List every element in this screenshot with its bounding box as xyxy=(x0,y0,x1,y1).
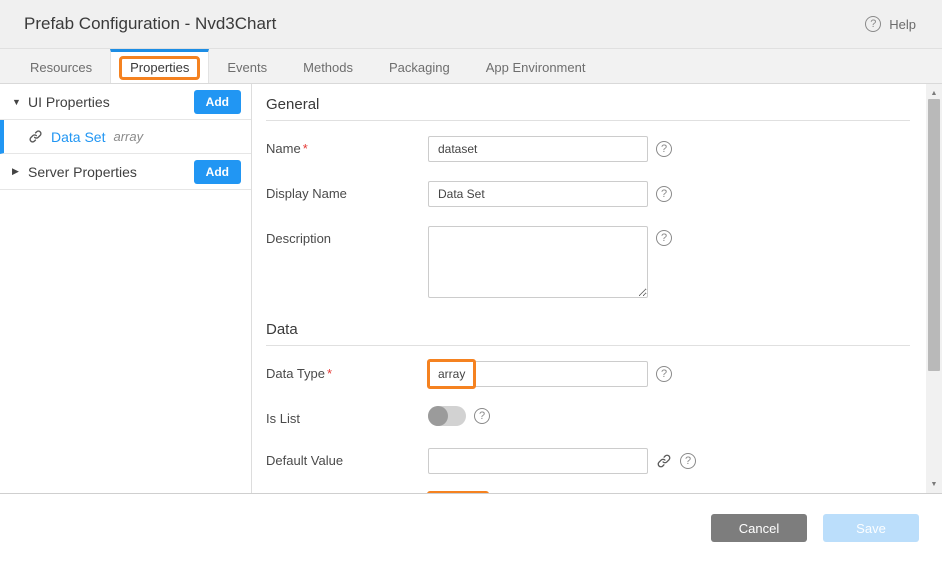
description-label: Description xyxy=(266,226,428,246)
dialog-body: ▼ UI Properties Add Data Set array ▶ Ser… xyxy=(0,84,942,494)
name-help-icon[interactable]: ? xyxy=(656,141,672,157)
display-name-row: Display Name ? xyxy=(266,181,910,207)
display-name-label: Display Name xyxy=(266,181,428,201)
title-bar: Prefab Configuration - Nvd3Chart ? Help xyxy=(0,0,942,49)
help-circle-icon: ? xyxy=(865,16,881,32)
prefab-configuration-dialog: Prefab Configuration - Nvd3Chart ? Help … xyxy=(0,0,942,562)
sidebar-section-ui-properties[interactable]: ▼ UI Properties Add xyxy=(0,84,251,120)
scrollbar-thumb[interactable] xyxy=(928,99,940,371)
tab-bar: Resources Properties Events Methods Pack… xyxy=(0,49,942,84)
name-row: Name* ? xyxy=(266,136,910,162)
default-value-label: Default Value xyxy=(266,448,428,468)
data-type-help-icon[interactable]: ? xyxy=(656,366,672,382)
is-list-label: Is List xyxy=(266,406,428,426)
required-asterisk: * xyxy=(303,141,308,156)
data-type-label: Data Type* xyxy=(266,361,428,381)
description-textarea[interactable] xyxy=(428,226,648,298)
toggle-knob xyxy=(428,406,448,426)
ui-properties-label: UI Properties xyxy=(28,94,194,110)
general-section-heading: General xyxy=(266,96,910,121)
scroll-down-arrow-icon[interactable]: ▼ xyxy=(926,477,942,491)
name-input[interactable] xyxy=(428,136,648,162)
tab-properties-label: Properties xyxy=(130,60,189,75)
scroll-up-arrow-icon[interactable]: ▲ xyxy=(926,86,942,100)
tab-packaging[interactable]: Packaging xyxy=(371,49,468,83)
save-button[interactable]: Save xyxy=(823,514,919,542)
caret-right-icon: ▶ xyxy=(12,166,28,177)
caret-down-icon: ▼ xyxy=(12,97,28,107)
data-section-heading: Data xyxy=(266,321,910,346)
tab-methods[interactable]: Methods xyxy=(285,49,371,83)
data-set-item-label: Data Set xyxy=(51,129,105,145)
sidebar-section-server-properties[interactable]: ▶ Server Properties Add xyxy=(0,154,251,190)
display-name-help-icon[interactable]: ? xyxy=(656,186,672,202)
is-list-row: Is List ? xyxy=(266,406,910,426)
bound-link-icon xyxy=(28,129,43,144)
data-set-item-type: array xyxy=(113,129,143,144)
name-label: Name* xyxy=(266,136,428,156)
tab-events[interactable]: Events xyxy=(209,49,285,83)
default-value-input[interactable] xyxy=(428,448,648,474)
annotation-highlight-properties-tab: Properties xyxy=(119,56,200,80)
required-asterisk: * xyxy=(327,366,332,381)
data-type-row: Data Type* ? xyxy=(266,361,910,387)
vertical-scrollbar[interactable]: ▲ ▼ xyxy=(926,84,942,493)
sidebar-item-data-set[interactable]: Data Set array xyxy=(0,120,251,154)
display-name-input[interactable] xyxy=(428,181,648,207)
default-value-help-icon[interactable]: ? xyxy=(680,453,696,469)
is-list-toggle[interactable] xyxy=(428,406,466,426)
help-label: Help xyxy=(889,17,916,32)
dialog-footer: Cancel Save xyxy=(0,494,942,562)
description-help-icon[interactable]: ? xyxy=(656,230,672,246)
tab-resources[interactable]: Resources xyxy=(12,49,110,83)
tab-properties[interactable]: Properties xyxy=(110,49,209,83)
dialog-title: Prefab Configuration - Nvd3Chart xyxy=(24,14,276,34)
property-form: General Name* ? Display Name ? Descripti xyxy=(252,84,926,493)
is-list-help-icon[interactable]: ? xyxy=(474,408,490,424)
add-server-property-button[interactable]: Add xyxy=(194,160,241,184)
server-properties-label: Server Properties xyxy=(28,164,194,180)
tab-app-environment[interactable]: App Environment xyxy=(468,49,604,83)
description-row: Description ? xyxy=(266,226,910,298)
data-type-input[interactable] xyxy=(428,361,648,387)
bind-link-icon[interactable] xyxy=(656,453,672,469)
properties-sidebar: ▼ UI Properties Add Data Set array ▶ Ser… xyxy=(0,84,252,493)
cancel-button[interactable]: Cancel xyxy=(711,514,807,542)
help-link[interactable]: ? Help xyxy=(865,16,916,32)
default-value-row: Default Value ? xyxy=(266,448,910,474)
add-ui-property-button[interactable]: Add xyxy=(194,90,241,114)
